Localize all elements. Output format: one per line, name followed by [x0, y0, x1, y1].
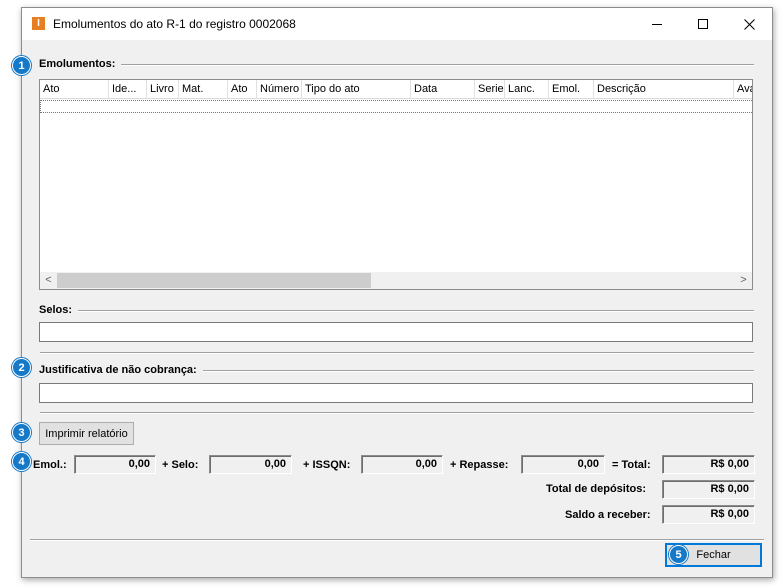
- background-fragment: [772, 290, 782, 302]
- window-title: Emolumentos do ato R-1 do registro 00020…: [53, 17, 296, 31]
- repasse-value: 0,00: [521, 455, 605, 474]
- grid-header: Ato Ide... Livro Mat. Ato Número Tipo do…: [40, 80, 752, 99]
- minimize-icon: [652, 24, 662, 25]
- title-bar[interactable]: I Emolumentos do ato R-1 do registro 000…: [22, 8, 772, 40]
- total-label: = Total:: [612, 459, 651, 471]
- saldo-value: R$ 0,00: [662, 505, 755, 524]
- selo-value: 0,00: [209, 455, 292, 474]
- selos-group-line: [40, 310, 754, 312]
- close-button[interactable]: [726, 8, 772, 40]
- selos-field[interactable]: [39, 322, 753, 342]
- column-header[interactable]: Mat.: [179, 80, 228, 99]
- app-icon: I: [32, 17, 45, 30]
- emol-label: Emol.:: [33, 459, 67, 471]
- justificativa-label: Justificativa de não cobrança:: [39, 364, 203, 376]
- column-header[interactable]: Ato: [228, 80, 257, 99]
- callout-badge-5: 5: [669, 545, 688, 564]
- issqn-label: + ISSQN:: [303, 459, 351, 471]
- column-header[interactable]: Emol.: [549, 80, 594, 99]
- maximize-icon: [698, 19, 708, 29]
- footer-separator: [30, 539, 764, 541]
- column-header[interactable]: Lanc.: [505, 80, 549, 99]
- selos-bottom-line: [40, 352, 754, 354]
- column-header[interactable]: Ide...: [109, 80, 147, 99]
- emolumentos-grid[interactable]: Ato Ide... Livro Mat. Ato Número Tipo do…: [39, 79, 753, 290]
- horizontal-scrollbar[interactable]: < >: [40, 272, 752, 289]
- maximize-button[interactable]: [680, 8, 726, 40]
- column-header[interactable]: Livro: [147, 80, 179, 99]
- column-header[interactable]: Ava: [734, 80, 752, 99]
- selo-label: + Selo:: [162, 459, 199, 471]
- depositos-label: Total de depósitos:: [546, 483, 647, 495]
- scroll-left-icon[interactable]: <: [40, 272, 57, 289]
- minimize-button[interactable]: [634, 8, 680, 40]
- selos-label: Selos:: [39, 304, 79, 316]
- grid-row[interactable]: [40, 100, 752, 113]
- column-header[interactable]: Número: [257, 80, 302, 99]
- justificativa-bottom-line: [40, 412, 754, 414]
- justificativa-field[interactable]: [39, 383, 753, 403]
- callout-badge-3: 3: [12, 423, 31, 442]
- print-report-button[interactable]: Imprimir relatório: [39, 422, 134, 445]
- column-header[interactable]: Ato: [40, 80, 109, 99]
- total-value: R$ 0,00: [662, 455, 755, 474]
- column-header[interactable]: Descrição: [594, 80, 734, 99]
- emol-value: 0,00: [74, 455, 156, 474]
- column-header[interactable]: Serie: [475, 80, 505, 99]
- depositos-value: R$ 0,00: [662, 480, 755, 499]
- callout-badge-2: 2: [12, 358, 31, 377]
- issqn-value: 0,00: [361, 455, 443, 474]
- column-header[interactable]: Data: [411, 80, 475, 99]
- close-icon: [743, 18, 755, 30]
- repasse-label: + Repasse:: [450, 459, 509, 471]
- scroll-right-icon[interactable]: >: [735, 272, 752, 289]
- saldo-label: Saldo a receber:: [565, 509, 651, 521]
- emolumentos-group-line: [40, 64, 754, 66]
- scrollbar-thumb[interactable]: [57, 273, 371, 288]
- column-header[interactable]: Tipo do ato: [302, 80, 411, 99]
- emolumentos-label: Emolumentos:: [39, 58, 122, 70]
- callout-badge-4: 4: [12, 452, 31, 471]
- callout-badge-1: 1: [12, 56, 31, 75]
